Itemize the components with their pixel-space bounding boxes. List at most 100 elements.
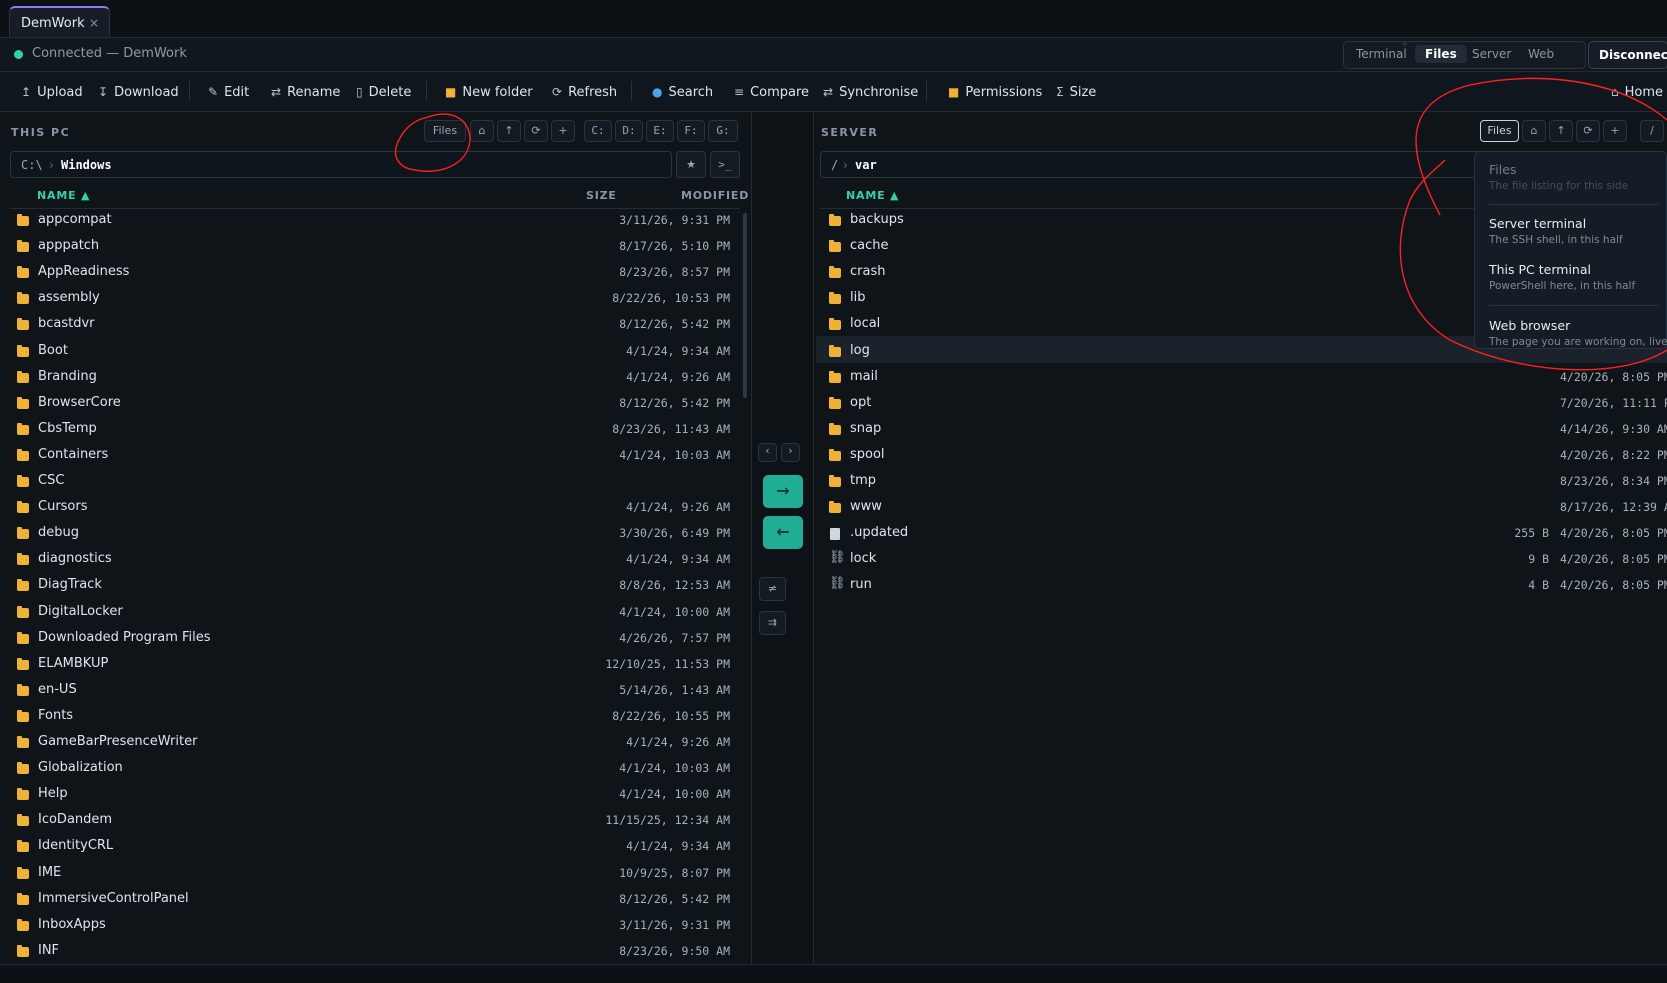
- mode-web[interactable]: Web: [1528, 47, 1554, 61]
- table-row[interactable]: InboxApps 3/11/26, 9:31 PM: [17, 915, 737, 941]
- table-row[interactable]: appcompat 3/11/26, 9:31 PM: [17, 210, 737, 236]
- mode-terminal[interactable]: Terminal: [1356, 47, 1407, 61]
- mode-files[interactable]: Files: [1415, 45, 1467, 63]
- table-row[interactable]: Fonts 8/22/26, 10:55 PM: [17, 706, 737, 732]
- drive-d-button[interactable]: D:: [615, 120, 643, 142]
- size-button[interactable]: Σ Size: [1056, 85, 1096, 100]
- copy-to-server-button[interactable]: →: [763, 475, 803, 508]
- refresh-icon[interactable]: ⟳: [1576, 120, 1600, 142]
- table-row[interactable]: apppatch 8/17/26, 5:10 PM: [17, 236, 737, 262]
- table-row[interactable]: CSC: [17, 471, 737, 497]
- menu-item-web-browser[interactable]: Web browser The page you are working on, …: [1489, 318, 1667, 348]
- disconnect-button[interactable]: Disconnect: [1588, 41, 1667, 69]
- table-row[interactable]: bcastdvr 8/12/26, 5:42 PM: [17, 314, 737, 340]
- up-arrow-icon[interactable]: ↑: [1549, 120, 1573, 142]
- table-row[interactable]: Cursors 4/1/24, 9:26 AM: [17, 497, 737, 523]
- table-row[interactable]: debug 3/30/26, 6:49 PM: [17, 523, 737, 549]
- home-icon[interactable]: ⌂: [470, 120, 494, 142]
- file-name: opt: [850, 394, 872, 410]
- table-row[interactable]: AppReadiness 8/23/26, 8:57 PM: [17, 262, 737, 288]
- upload-button[interactable]: ↥ Upload: [21, 85, 83, 100]
- table-row[interactable]: BrowserCore 8/12/26, 5:42 PM: [17, 393, 737, 419]
- table-row[interactable]: www 8/17/26, 12:39 AM: [829, 497, 1667, 523]
- permissions-button[interactable]: ■ Permissions: [948, 85, 1042, 100]
- drive-c-button[interactable]: C:: [584, 120, 612, 142]
- refresh-button[interactable]: ⟳ Refresh: [552, 85, 617, 100]
- table-row[interactable]: Globalization 4/1/24, 10:03 AM: [17, 758, 737, 784]
- slash-icon[interactable]: /: [1640, 120, 1664, 142]
- plus-icon[interactable]: +: [1603, 120, 1627, 142]
- table-row[interactable]: .updated 255 B 4/20/26, 8:05 PM: [829, 523, 1667, 549]
- table-row[interactable]: Boot 4/1/24, 9:34 AM: [17, 341, 737, 367]
- table-row[interactable]: spool 4/20/26, 8:22 PM: [829, 445, 1667, 471]
- table-row[interactable]: IcoDandem 11/15/25, 12:34 AM: [17, 810, 737, 836]
- left-files-button[interactable]: Files: [424, 120, 466, 142]
- compare-button[interactable]: ≡ Compare: [734, 85, 809, 100]
- breadcrumb-current[interactable]: Windows: [61, 158, 112, 172]
- up-arrow-icon[interactable]: ↑: [497, 120, 521, 142]
- table-row[interactable]: GameBarPresenceWriter 4/1/24, 9:26 AM: [17, 732, 737, 758]
- table-row[interactable]: mail 4/20/26, 8:05 PM: [829, 367, 1667, 393]
- chevron-right-icon[interactable]: ›: [781, 443, 800, 462]
- chevron-left-icon[interactable]: ‹: [758, 443, 777, 462]
- close-icon[interactable]: ×: [89, 16, 99, 30]
- right-col-name[interactable]: NAME ▲: [846, 189, 899, 202]
- table-row[interactable]: diagnostics 4/1/24, 9:34 AM: [17, 549, 737, 575]
- table-row[interactable]: en-US 5/14/26, 1:43 AM: [17, 680, 737, 706]
- mode-server[interactable]: Server: [1472, 47, 1511, 61]
- drive-e-button[interactable]: E:: [646, 120, 674, 142]
- table-row[interactable]: DigitalLocker 4/1/24, 10:00 AM: [17, 602, 737, 628]
- rename-button[interactable]: ⇄ Rename: [271, 85, 340, 100]
- table-row[interactable]: Branding 4/1/24, 9:26 AM: [17, 367, 737, 393]
- table-row[interactable]: IME 10/9/25, 8:07 PM: [17, 863, 737, 889]
- table-row[interactable]: Downloaded Program Files 4/26/26, 7:57 PM: [17, 628, 737, 654]
- drive-g-button[interactable]: G:: [708, 120, 738, 142]
- table-row[interactable]: IdentityCRL 4/1/24, 9:34 AM: [17, 836, 737, 862]
- table-row[interactable]: snap 4/14/26, 9:30 AM: [829, 419, 1667, 445]
- breadcrumb-root[interactable]: /: [831, 158, 838, 172]
- left-scrollbar[interactable]: [743, 213, 747, 398]
- breadcrumb-root[interactable]: C:\: [21, 158, 43, 172]
- menu-item-files[interactable]: Files The file listing for this side: [1489, 162, 1628, 192]
- terminal-icon[interactable]: >_: [710, 151, 740, 178]
- table-row[interactable]: ⛓ lock 9 B 4/20/26, 8:05 PM: [829, 549, 1667, 575]
- right-files-button[interactable]: Files: [1480, 120, 1519, 142]
- table-row[interactable]: ⛓ run 4 B 4/20/26, 8:05 PM: [829, 575, 1667, 601]
- sync-icon[interactable]: ⇉: [759, 611, 786, 635]
- table-row[interactable]: Containers 4/1/24, 10:03 AM: [17, 445, 737, 471]
- home-icon[interactable]: ⌂: [1522, 120, 1546, 142]
- refresh-icon[interactable]: ⟳: [524, 120, 548, 142]
- table-row[interactable]: Help 4/1/24, 10:00 AM: [17, 784, 737, 810]
- drive-f-button[interactable]: F:: [677, 120, 705, 142]
- table-row[interactable]: ImmersiveControlPanel 8/12/26, 5:42 PM: [17, 889, 737, 915]
- left-col-name[interactable]: NAME ▲: [37, 189, 90, 202]
- menu-item-pc-terminal[interactable]: This PC terminal PowerShell here, in this…: [1489, 262, 1635, 292]
- new-folder-button[interactable]: ■ New folder: [445, 85, 533, 100]
- edit-button[interactable]: ✎ Edit: [208, 85, 249, 100]
- table-row[interactable]: opt 7/20/26, 11:11 PM: [829, 393, 1667, 419]
- table-row[interactable]: tmp 8/23/26, 8:34 PM: [829, 471, 1667, 497]
- table-row[interactable]: ELAMBKUP 12/10/25, 11:53 PM: [17, 654, 737, 680]
- star-icon[interactable]: ★: [676, 151, 706, 178]
- plus-icon[interactable]: +: [551, 120, 575, 142]
- table-row[interactable]: assembly 8/22/26, 10:53 PM: [17, 288, 737, 314]
- menu-item-server-terminal[interactable]: Server terminal The SSH shell, in this ha…: [1489, 216, 1623, 246]
- session-tab[interactable]: DemWork ×: [9, 6, 110, 37]
- download-button[interactable]: ↧ Download: [98, 85, 179, 100]
- left-path-bar[interactable]: C:\ › Windows: [10, 151, 672, 178]
- diff-icon[interactable]: ≠: [759, 577, 786, 601]
- right-pane-title: SERVER: [821, 126, 879, 139]
- table-row[interactable]: INF 8/23/26, 9:50 AM: [17, 941, 737, 967]
- table-row[interactable]: DiagTrack 8/8/26, 12:53 AM: [17, 575, 737, 601]
- table-row[interactable]: CbsTemp 8/23/26, 11:43 AM: [17, 419, 737, 445]
- left-col-modified[interactable]: MODIFIED: [681, 189, 749, 202]
- folder-icon: [17, 866, 29, 879]
- delete-button[interactable]: ▯ Delete: [356, 85, 411, 100]
- home-button[interactable]: ⌂ Home: [1611, 85, 1663, 100]
- left-col-size[interactable]: SIZE: [586, 189, 617, 202]
- synchronise-button[interactable]: ⇄ Synchronise: [823, 85, 918, 100]
- copy-to-pc-button[interactable]: ←: [763, 516, 803, 549]
- breadcrumb-current[interactable]: var: [855, 158, 877, 172]
- search-button[interactable]: ● Search: [652, 85, 713, 100]
- right-path-bar[interactable]: / › var: [820, 151, 1520, 178]
